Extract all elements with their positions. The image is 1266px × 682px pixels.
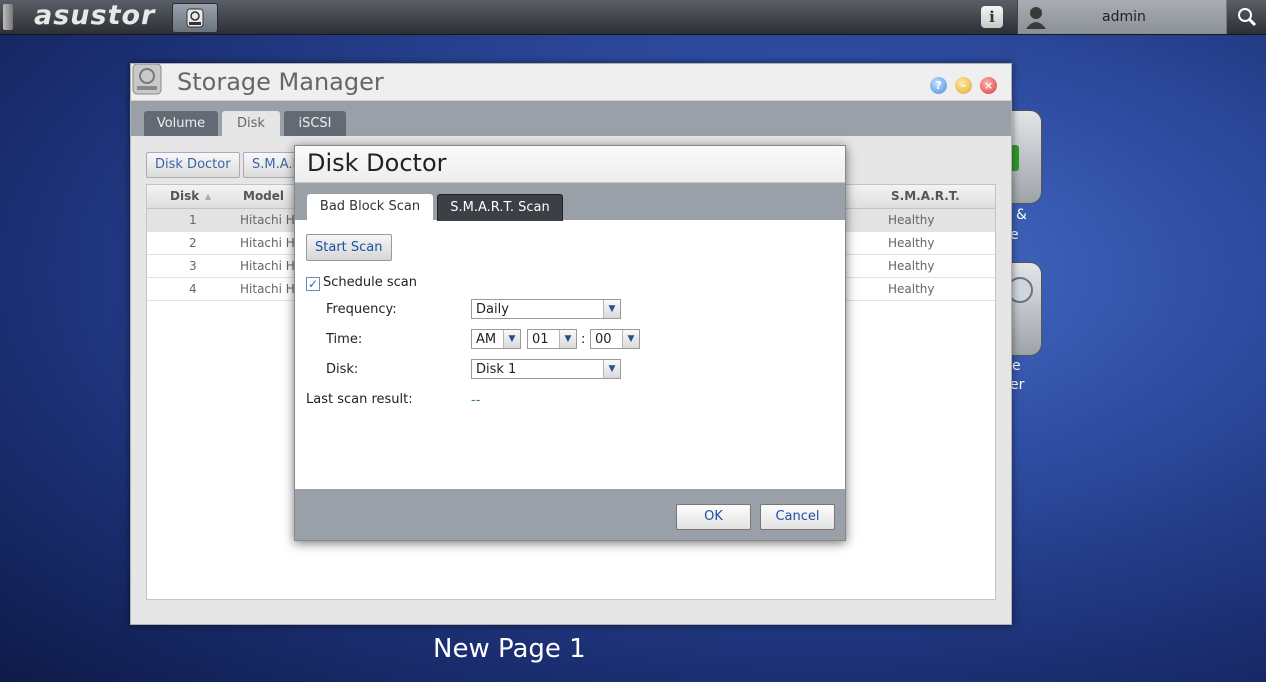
last-scan-result-value: -- [471,393,481,408]
column-header-disk[interactable]: Disk [170,189,199,203]
start-scan-button[interactable]: Start Scan [306,234,392,261]
minimize-icon[interactable]: – [955,77,972,94]
frequency-label: Frequency: [326,302,397,317]
frequency-select[interactable]: Daily ▼ [471,299,621,319]
storage-manager-icon [132,64,162,95]
last-scan-result-label: Last scan result: [306,392,413,407]
close-icon[interactable]: × [980,77,997,94]
username: admin [1102,9,1146,25]
dialog-footer: OK Cancel [295,489,845,540]
tab-disk[interactable]: Disk [222,111,280,136]
desktop-icon-label: er [1010,377,1025,393]
cell-smart: Healthy [888,213,935,227]
time-hour-select[interactable]: 01 ▼ [527,329,577,349]
cell-smart: Healthy [888,282,935,296]
disk-icon [186,8,204,28]
dialog-tab-strip: Bad Block Scan S.M.A.R.T. Scan [295,183,845,221]
sort-asc-icon: ▲ [205,192,212,201]
tab-smart-scan[interactable]: S.M.A.R.T. Scan [437,194,563,221]
time-separator: : [581,332,586,347]
dialog-titlebar[interactable]: Disk Doctor [295,146,845,183]
tab-volume[interactable]: Volume [144,111,218,136]
time-minute-select[interactable]: 00 ▼ [590,329,640,349]
chevron-down-icon: ▼ [559,330,576,348]
time-ampm-value: AM [476,332,497,347]
grip-handle[interactable] [3,4,13,30]
user-menu[interactable]: admin [1017,0,1226,34]
tab-bad-block-scan[interactable]: Bad Block Scan [307,194,433,220]
user-avatar-icon [1026,7,1046,29]
chevron-down-icon: ▼ [622,330,639,348]
tab-strip: Volume Disk iSCSI [131,101,1011,136]
desktop-icon-label: e [1012,358,1021,374]
search-icon [1238,8,1257,27]
cell-disk: 4 [189,282,197,296]
disk-select[interactable]: Disk 1 ▼ [471,359,621,379]
chevron-down-icon: ▼ [603,360,620,378]
column-header-smart[interactable]: S.M.A.R.T. [891,189,960,203]
cell-smart: Healthy [888,236,935,250]
ok-button[interactable]: OK [676,504,751,530]
time-hour-value: 01 [532,332,549,347]
time-ampm-select[interactable]: AM ▼ [471,329,521,349]
schedule-scan-label: Schedule scan [323,275,417,290]
info-icon[interactable]: i [981,6,1003,28]
help-icon[interactable]: ? [930,77,947,94]
storage-app-button[interactable] [172,3,218,33]
cancel-button[interactable]: Cancel [760,504,835,530]
disk-doctor-button[interactable]: Disk Doctor [146,152,240,178]
disk-label: Disk: [326,362,359,377]
cell-disk: 2 [189,236,197,250]
page-label: New Page 1 [433,634,586,664]
dialog-title: Disk Doctor [307,149,447,177]
chevron-down-icon: ▼ [603,300,620,318]
asustor-logo: asustor [34,0,156,31]
frequency-value: Daily [476,302,509,317]
disk-doctor-dialog: Disk Doctor Bad Block Scan S.M.A.R.T. Sc… [294,145,846,541]
chevron-down-icon: ▼ [503,330,520,348]
schedule-scan-checkbox[interactable]: ✓ [306,277,320,291]
cell-disk: 3 [189,259,197,273]
time-minute-value: 00 [595,332,612,347]
tab-iscsi[interactable]: iSCSI [284,111,346,136]
column-header-model[interactable]: Model [243,189,284,203]
schedule-scan-row: ✓ Schedule scan [306,275,417,291]
desktop-icon-label: & [1016,207,1027,223]
disk-value: Disk 1 [476,362,517,377]
cell-disk: 1 [189,213,197,227]
cell-smart: Healthy [888,259,935,273]
window-titlebar[interactable]: Storage Manager ? – × [131,64,1011,101]
time-label: Time: [326,332,363,347]
top-bar: asustor i admin [0,0,1266,35]
search-button[interactable] [1226,0,1266,34]
window-title: Storage Manager [177,68,384,96]
